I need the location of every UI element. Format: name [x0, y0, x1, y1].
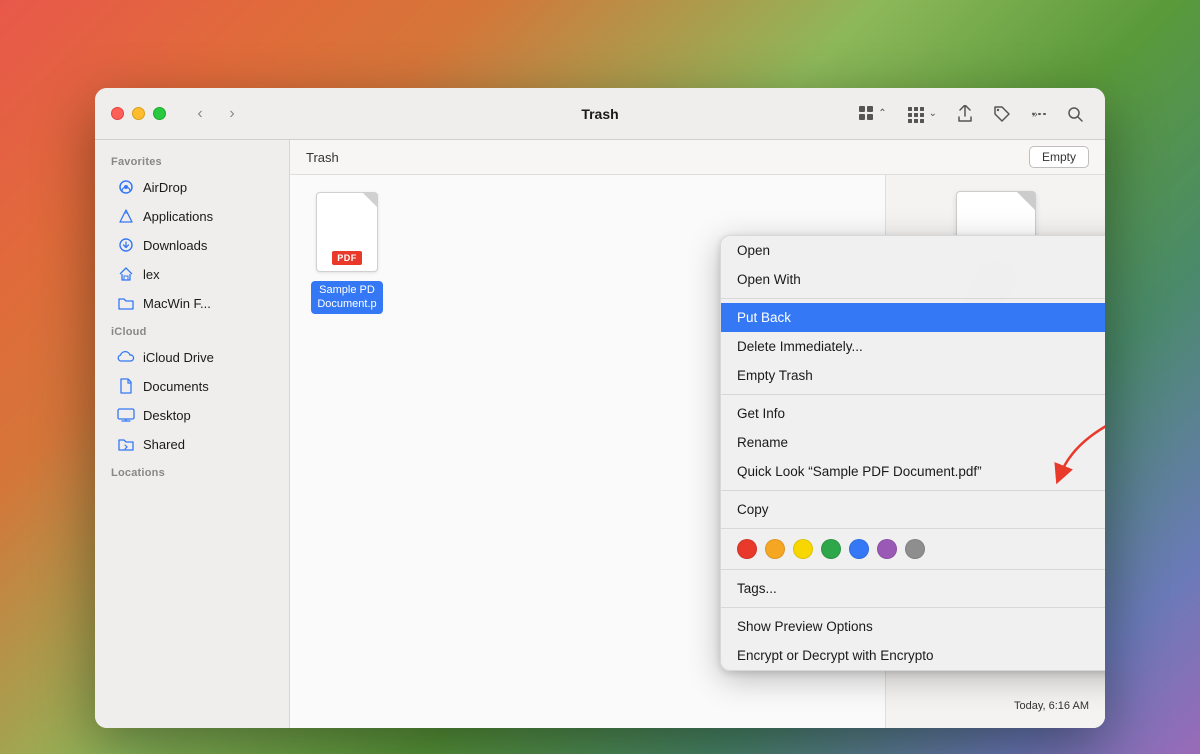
menu-item-put-back[interactable]: Put Back — [721, 303, 1105, 332]
share-icon — [957, 105, 973, 123]
color-orange[interactable] — [765, 539, 785, 559]
macwin-label: MacWin F... — [143, 296, 211, 311]
sidebar-item-desktop[interactable]: Desktop — [101, 401, 283, 429]
close-button[interactable] — [111, 107, 124, 120]
menu-item-encrypt[interactable]: Encrypt or Decrypt with Encrypto — [721, 641, 1105, 670]
document-icon — [117, 377, 135, 395]
menu-item-quick-look[interactable]: Quick Look “Sample PDF Document.pdf” — [721, 457, 1105, 486]
file-item[interactable]: PDF Sample PD Document.p — [302, 187, 392, 716]
sidebar-item-applications[interactable]: Applications — [101, 202, 283, 230]
group-chevron: ⌄ — [929, 108, 937, 119]
applications-icon — [117, 207, 135, 225]
menu-item-tags[interactable]: Tags... — [721, 574, 1105, 603]
folder-icon — [117, 294, 135, 312]
pdf-badge: PDF — [332, 251, 362, 265]
color-gray[interactable] — [905, 539, 925, 559]
tag-button[interactable] — [987, 101, 1017, 127]
window-title: Trash — [581, 106, 618, 122]
share-button[interactable] — [951, 101, 979, 127]
content-area: Favorites AirDrop — [95, 140, 1105, 728]
locations-label: Locations — [95, 459, 289, 483]
separator-3 — [721, 490, 1105, 491]
context-menu: Open Open With › Put Back Delete Immedia… — [720, 235, 1105, 671]
minimize-button[interactable] — [132, 107, 145, 120]
menu-item-rename[interactable]: Rename — [721, 428, 1105, 457]
sidebar-item-airdrop[interactable]: AirDrop — [101, 173, 283, 201]
home-icon — [117, 265, 135, 283]
nav-buttons: ‹ › — [186, 100, 246, 128]
more-icon: » — [1031, 106, 1047, 122]
desktop-label: Desktop — [143, 408, 191, 423]
pdf-file-icon: PDF — [316, 192, 378, 272]
sidebar-item-macwin[interactable]: MacWin F... — [101, 289, 283, 317]
desktop-icon — [117, 406, 135, 424]
menu-item-get-info[interactable]: Get Info — [721, 399, 1105, 428]
tag-icon — [993, 105, 1011, 123]
color-purple[interactable] — [877, 539, 897, 559]
documents-label: Documents — [143, 379, 209, 394]
icloud-label: iCloud — [95, 318, 289, 342]
airdrop-label: AirDrop — [143, 180, 187, 195]
svg-text:»: » — [1032, 109, 1038, 120]
traffic-lights — [111, 107, 166, 120]
sidebar: Favorites AirDrop — [95, 140, 290, 728]
color-blue[interactable] — [849, 539, 869, 559]
path-label: Trash — [306, 150, 339, 165]
toolbar-right: ⌃ ⌄ — [852, 101, 1089, 127]
downloads-icon — [117, 236, 135, 254]
main-panel: Trash Empty PDF Sample PD Document.p — [290, 140, 1105, 728]
path-bar: Trash Empty — [290, 140, 1105, 175]
applications-label: Applications — [143, 209, 213, 224]
sidebar-item-downloads[interactable]: Downloads — [101, 231, 283, 259]
separator-1 — [721, 298, 1105, 299]
files-area: PDF Sample PD Document.p Open Open With — [290, 175, 1105, 728]
shared-label: Shared — [143, 437, 185, 452]
separator-6 — [721, 607, 1105, 608]
icloud-drive-label: iCloud Drive — [143, 350, 214, 365]
finder-window: ‹ › Trash ⌃ — [95, 88, 1105, 728]
icloud-icon — [117, 348, 135, 366]
menu-item-copy[interactable]: Copy — [721, 495, 1105, 524]
color-tags-row — [721, 533, 1105, 565]
menu-item-empty-trash[interactable]: Empty Trash — [721, 361, 1105, 390]
search-icon — [1067, 106, 1083, 122]
shared-icon — [117, 435, 135, 453]
maximize-button[interactable] — [153, 107, 166, 120]
view-toggle-button[interactable]: ⌃ — [852, 101, 892, 127]
forward-button[interactable]: › — [218, 100, 246, 128]
more-button[interactable]: » — [1025, 102, 1053, 126]
menu-item-show-preview[interactable]: Show Preview Options — [721, 612, 1105, 641]
separator-4 — [721, 528, 1105, 529]
separator-2 — [721, 394, 1105, 395]
airdrop-icon — [117, 178, 135, 196]
menu-item-open[interactable]: Open — [721, 236, 1105, 265]
downloads-label: Downloads — [143, 238, 207, 253]
view-chevron: ⌃ — [878, 108, 886, 119]
empty-trash-button[interactable]: Empty — [1029, 146, 1089, 168]
separator-5 — [721, 569, 1105, 570]
sidebar-item-lex[interactable]: lex — [101, 260, 283, 288]
back-button[interactable]: ‹ — [186, 100, 214, 128]
color-green[interactable] — [821, 539, 841, 559]
menu-item-delete[interactable]: Delete Immediately... — [721, 332, 1105, 361]
search-button[interactable] — [1061, 102, 1089, 126]
lex-label: lex — [143, 267, 160, 282]
sidebar-item-documents[interactable]: Documents — [101, 372, 283, 400]
menu-item-open-with[interactable]: Open With › — [721, 265, 1105, 294]
sidebar-item-icloud[interactable]: iCloud Drive — [101, 343, 283, 371]
group-button[interactable]: ⌄ — [901, 101, 943, 127]
sidebar-item-shared[interactable]: Shared — [101, 430, 283, 458]
preview-corner — [1017, 192, 1035, 210]
file-icon-wrapper: PDF — [311, 187, 383, 277]
title-bar: ‹ › Trash ⌃ — [95, 88, 1105, 140]
color-yellow[interactable] — [793, 539, 813, 559]
file-name: Sample PD Document.p — [311, 281, 382, 314]
color-red[interactable] — [737, 539, 757, 559]
favorites-label: Favorites — [95, 148, 289, 172]
preview-date: Today, 6:16 AM — [902, 700, 1089, 712]
grid-view-icon — [858, 105, 876, 123]
group-icon — [907, 105, 927, 123]
